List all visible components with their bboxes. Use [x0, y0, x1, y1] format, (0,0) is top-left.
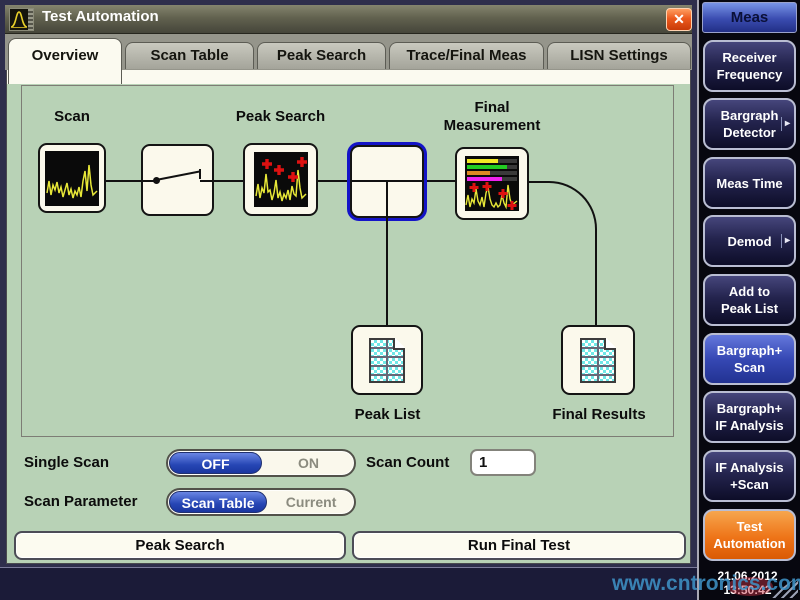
tab-peak-search[interactable]: Peak Search [257, 42, 386, 69]
peak-search-button[interactable]: Peak Search [14, 531, 346, 560]
connector-peaksearch-junction [317, 180, 351, 182]
final-measurement-node[interactable] [455, 147, 529, 220]
softkey-bargraph-detector[interactable]: Bargraph Detector▸ [703, 98, 796, 150]
tab-lisn-settings[interactable]: LISN Settings [547, 42, 691, 69]
scan-parameter-label: Scan Parameter [24, 493, 137, 510]
peak-search-node-label: Peak Search [218, 108, 343, 126]
single-scan-toggle: OFF ON [166, 449, 356, 477]
scan-parameter-toggle: Scan Table Current [166, 488, 356, 516]
submenu-arrow-icon: ▸ [781, 234, 790, 248]
connector-junction-finalmeas [423, 180, 456, 182]
tab-overview[interactable]: Overview [8, 38, 122, 84]
meas-menu-header: Meas [702, 2, 797, 33]
watermark-text: www.cntronics.com [612, 572, 800, 596]
single-scan-label: Single Scan [24, 454, 109, 471]
tab-scan-table[interactable]: Scan Table [125, 42, 254, 69]
softkey-receiver-frequency[interactable]: Receiver Frequency [703, 40, 796, 92]
final-results-node-label: Final Results [540, 406, 658, 424]
run-final-test-button[interactable]: Run Final Test [352, 531, 686, 560]
junction-vertical-line [386, 181, 388, 325]
final-results-document-icon [580, 338, 616, 383]
softkey-add-to-peak-list[interactable]: Add to Peak List [703, 274, 796, 326]
softkey-bargraph-if-analysis[interactable]: Bargraph+ IF Analysis [703, 391, 796, 443]
final-measurement-node-label: Final Measurement [428, 99, 556, 135]
tab-trace-final-meas[interactable]: Trace/Final Meas [389, 42, 544, 69]
peak-search-trace-icon [254, 152, 308, 207]
page-fold-icon [393, 338, 405, 350]
peak-list-node-label: Peak List [340, 406, 435, 424]
single-scan-on-option[interactable]: ON [263, 451, 354, 475]
connector-scan-switch [104, 180, 142, 182]
connector-switch-peaksearch [213, 180, 244, 182]
scan-node-label: Scan [38, 108, 106, 126]
test-automation-screen: Test Automation ✕ Overview Scan Table Pe… [0, 0, 800, 600]
switch-contact-tick [199, 169, 201, 179]
scan-parameter-scantable-option[interactable]: Scan Table [169, 491, 267, 513]
spectrum-app-icon [9, 8, 34, 31]
softkey-test-automation[interactable]: Test Automation [703, 509, 796, 561]
scan-trace-icon [45, 151, 99, 206]
window-title: Test Automation [42, 8, 159, 25]
scan-count-label: Scan Count [366, 454, 449, 471]
final-results-node[interactable] [561, 325, 635, 395]
single-scan-off-option[interactable]: OFF [169, 452, 262, 474]
softkey-demod[interactable]: Demod▸ [703, 215, 796, 267]
page-fold-icon [604, 338, 616, 350]
close-button[interactable]: ✕ [666, 8, 692, 31]
peak-list-document-icon [369, 338, 405, 383]
switch-right-stub [200, 180, 213, 182]
softkey-if-analysis-scan[interactable]: IF Analysis +Scan [703, 450, 796, 502]
scan-parameter-current-option[interactable]: Current [268, 490, 354, 514]
status-bar [0, 567, 697, 600]
bargraph-rows-icon [467, 159, 517, 183]
softkey-meas-time[interactable]: Meas Time [703, 157, 796, 209]
scan-node[interactable] [38, 143, 106, 213]
submenu-arrow-icon: ▸ [781, 117, 790, 131]
peak-list-node[interactable] [351, 325, 423, 395]
final-measurement-icon [465, 156, 519, 211]
connector-finalmeas-finalresults [529, 181, 597, 326]
scan-count-input[interactable] [470, 449, 536, 476]
peak-search-node[interactable] [243, 143, 318, 216]
softkey-bargraph-scan[interactable]: Bargraph+ Scan [703, 333, 796, 385]
